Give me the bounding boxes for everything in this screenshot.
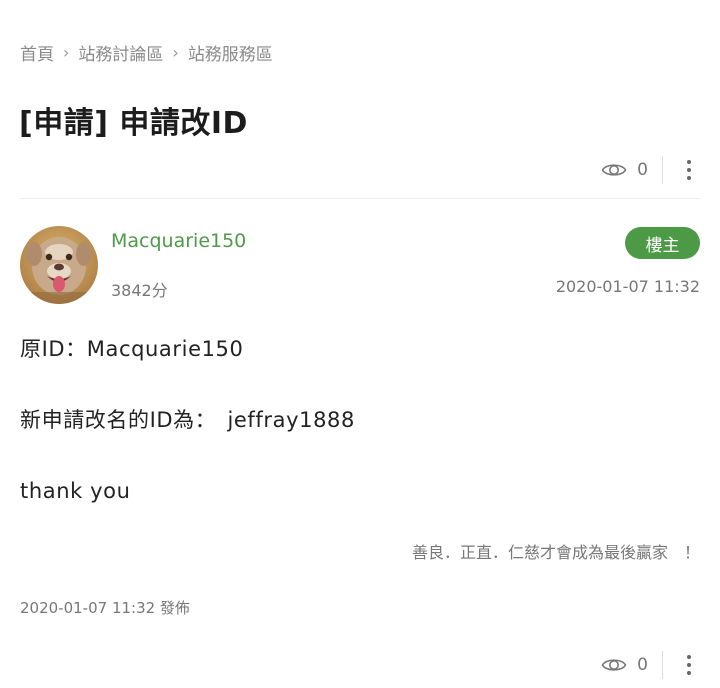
author-name[interactable]: Macquarie150 bbox=[111, 230, 246, 252]
chevron-right-icon: › bbox=[63, 42, 70, 62]
post-body-line: 新申請改名的ID為： jeffray1888 bbox=[20, 408, 355, 432]
post-timestamp: 2020-01-07 11:32 bbox=[555, 277, 700, 296]
chevron-right-icon: › bbox=[172, 42, 179, 62]
post-meta-bar: 0 bbox=[601, 650, 700, 680]
breadcrumb-home[interactable]: 首頁 bbox=[20, 40, 54, 65]
dog-avatar-image bbox=[20, 226, 98, 304]
signature: 善良．正直．仁慈才會成為最後贏家 ！ bbox=[411, 543, 700, 562]
breadcrumb-site-discussion[interactable]: 站務討論區 bbox=[78, 40, 163, 65]
eye-icon bbox=[601, 164, 627, 176]
post-body-line: 原ID：Macquarie150 bbox=[20, 337, 244, 361]
eye-icon bbox=[601, 659, 627, 671]
thread-meta-bar: 0 bbox=[601, 155, 700, 185]
breadcrumb-site-service[interactable]: 站務服務區 bbox=[188, 40, 273, 65]
breadcrumb: 首頁 › 站務討論區 › 站務服務區 bbox=[20, 40, 273, 65]
page-title: [申請] 申請改ID bbox=[19, 106, 248, 141]
view-count: 0 bbox=[637, 655, 648, 675]
posted-at: 2020-01-07 11:32 發佈 bbox=[20, 599, 190, 617]
more-options-icon[interactable] bbox=[678, 158, 700, 182]
more-options-icon[interactable] bbox=[678, 653, 700, 677]
divider bbox=[662, 156, 663, 184]
post-body-line: thank you bbox=[20, 479, 131, 503]
avatar[interactable] bbox=[20, 226, 98, 304]
op-badge: 樓主 bbox=[625, 227, 700, 259]
divider bbox=[662, 651, 663, 679]
divider bbox=[20, 198, 700, 199]
post-body: 原ID：Macquarie150 新申請改名的ID為： jeffray1888 … bbox=[20, 334, 700, 547]
view-count: 0 bbox=[637, 160, 648, 180]
author-score: 3842分 bbox=[111, 281, 168, 300]
